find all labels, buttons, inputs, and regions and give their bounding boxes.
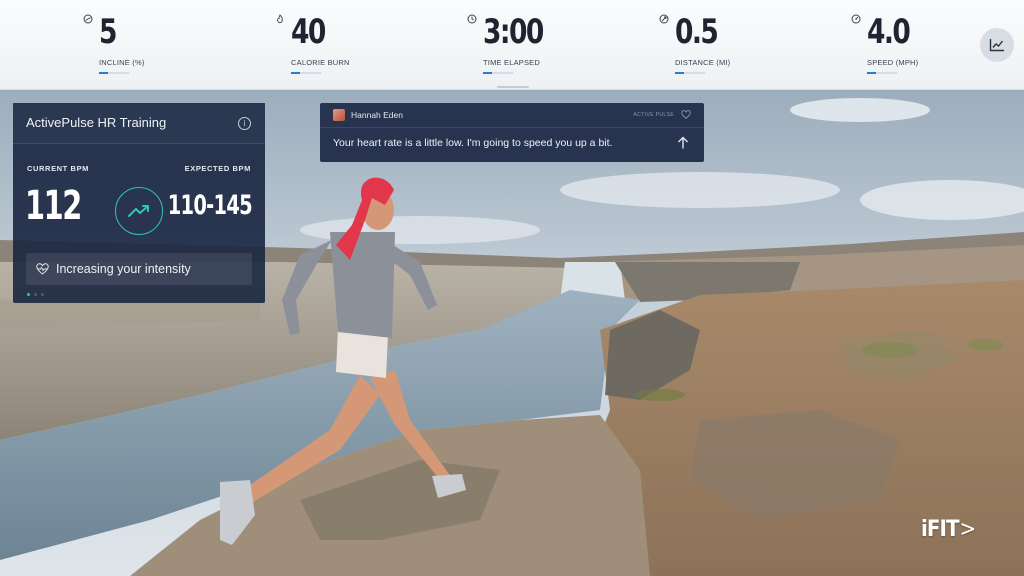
heart-pulse-icon: [36, 263, 49, 275]
ifit-logo: iFIT>: [921, 517, 976, 542]
page-dot[interactable]: [41, 293, 44, 296]
calorie-progress-bar: [291, 72, 321, 74]
speedometer-icon: [851, 14, 861, 24]
time-progress-bar: [483, 72, 513, 74]
flame-icon: [277, 14, 283, 24]
heart-pulse-icon: [681, 110, 691, 119]
hr-status-bar: Increasing your intensity: [26, 253, 252, 285]
stats-bar-handle[interactable]: [497, 86, 529, 88]
hr-status-text: Increasing your intensity: [56, 262, 191, 276]
calorie-value: 40: [291, 12, 326, 52]
logo-chevron-icon: >: [959, 517, 976, 542]
arrow-up-icon[interactable]: [676, 136, 690, 150]
speed-value: 4.0: [867, 12, 911, 52]
current-bpm-label: CURRENT BPM: [27, 164, 90, 173]
coach-message-header: Hannah Eden ACTIVE PULSE: [320, 103, 704, 128]
distance-value: 0.5: [675, 12, 719, 52]
coach-name: Hannah Eden: [351, 110, 403, 120]
info-icon[interactable]: i: [238, 117, 251, 130]
logo-text: iFIT: [921, 517, 959, 542]
speed-label: SPEED (MPH): [867, 58, 919, 67]
avatar: [333, 109, 345, 121]
time-label: TIME ELAPSED: [483, 58, 540, 67]
chart-icon: [989, 39, 1004, 52]
trend-indicator: [115, 187, 163, 235]
speed-progress-bar: [867, 72, 897, 74]
distance-label: DISTANCE (MI): [675, 58, 731, 67]
incline-icon: [83, 14, 93, 24]
calorie-label: CALORIE BURN: [291, 58, 350, 67]
page-indicator: [27, 293, 44, 296]
expected-bpm-value: 110-145: [167, 190, 253, 221]
hr-panel-header: ActivePulse HR Training i: [13, 103, 265, 144]
time-value: 3:00: [483, 12, 544, 52]
trend-up-icon: [128, 205, 149, 217]
stats-bar: 5 INCLINE (%) 40 CALORIE BURN 3:00 TIME …: [0, 0, 1024, 90]
coach-message-card: Hannah Eden ACTIVE PULSE Your heart rate…: [320, 103, 704, 162]
hr-panel-title: ActivePulse HR Training: [26, 115, 167, 130]
clock-icon: [467, 14, 477, 24]
distance-progress-bar: [675, 72, 705, 74]
page-dot[interactable]: [34, 293, 37, 296]
hr-training-panel: ActivePulse HR Training i CURRENT BPM EX…: [13, 103, 265, 303]
distance-icon: [659, 14, 669, 24]
coach-message-text: Your heart rate is a little low. I'm goi…: [333, 137, 613, 149]
page-dot-active[interactable]: [27, 293, 30, 296]
expected-bpm-label: EXPECTED BPM: [184, 164, 251, 173]
incline-label: INCLINE (%): [99, 58, 145, 67]
current-bpm-value: 112: [25, 183, 82, 229]
incline-progress-bar: [99, 72, 129, 74]
coach-brand: ACTIVE PULSE: [633, 112, 674, 118]
incline-value: 5: [99, 12, 117, 52]
chart-view-button[interactable]: [980, 28, 1014, 62]
